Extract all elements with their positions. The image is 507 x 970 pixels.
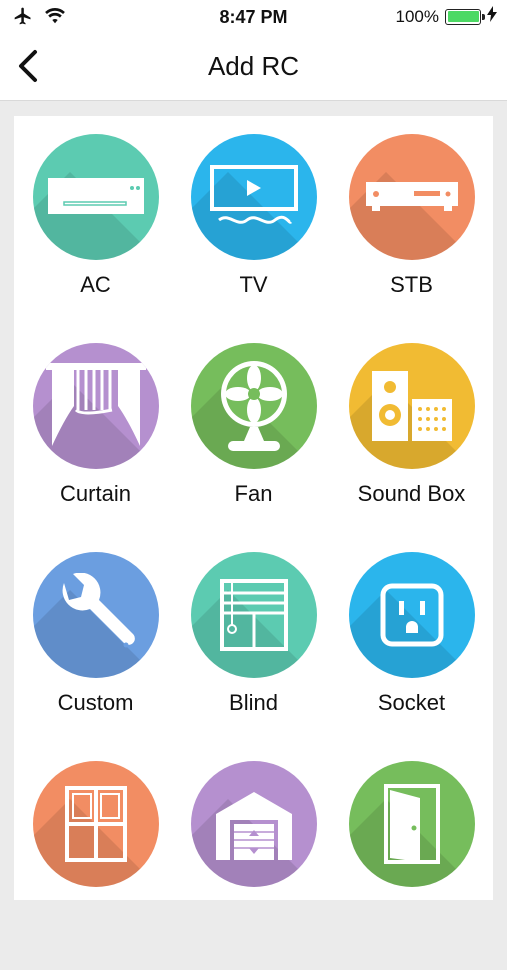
device-icon-circle [32,761,159,887]
device-panel: AC TV STB Curtain Fan Sound Box Custom B… [14,116,493,900]
device-tile-custom[interactable]: Custom [17,552,175,761]
device-label: Socket [377,690,446,715]
device-tile-garage[interactable] [175,761,333,970]
device-icon-circle [190,343,317,469]
device-label: Blind [229,690,278,715]
set-top-box-icon [365,182,458,211]
page-title: Add RC [207,51,300,81]
window-icon [64,786,127,862]
air-conditioner-icon [47,178,144,214]
device-label: STB [390,272,433,297]
device-tile-window[interactable] [17,761,175,970]
navigation-bar: Add RC [0,34,507,101]
battery-fill [447,11,479,22]
device-icon-circle [32,343,159,469]
fan-icon [220,361,287,451]
device-label: TV [239,272,268,297]
device-icon-circle [348,134,475,260]
device-icon-circle [32,552,159,678]
device-tile-fan[interactable]: Fan [175,343,333,552]
status-right: 100% [396,6,497,27]
curtain-icon [45,363,146,446]
device-icon-circle [190,134,317,260]
device-tile-blind[interactable]: Blind [175,552,333,761]
device-tile-ac[interactable]: AC [17,134,175,343]
garage-door-icon [215,792,292,860]
battery-percent: 100% [395,6,439,26]
charging-icon [487,6,497,27]
device-tile-door[interactable] [333,761,491,970]
device-icon-circle [348,343,475,469]
device-tile-socket[interactable]: Socket [333,552,491,761]
device-label: Curtain [60,481,131,506]
blind-icon [219,579,288,651]
device-tile-sound-box[interactable]: Sound Box [333,343,491,552]
device-label: AC [80,272,111,297]
device-label: Sound Box [357,481,466,506]
device-tile-tv[interactable]: TV [175,134,333,343]
device-label: Custom [57,690,134,715]
status-bar: 8:47 PM 100% [0,0,507,34]
door-icon [383,784,440,864]
device-icon-circle [32,134,159,260]
device-tile-stb[interactable]: STB [333,134,491,343]
tv-icon [209,165,298,224]
battery-icon [445,8,485,25]
device-icon-circle [348,552,475,678]
device-grid: AC TV STB Curtain Fan Sound Box Custom B… [14,134,493,970]
device-label: Fan [234,481,273,506]
device-icon-circle [190,552,317,678]
speaker-icon [371,371,452,441]
device-tile-curtain[interactable]: Curtain [17,343,175,552]
socket-icon [380,583,443,647]
device-icon-circle [348,761,475,887]
device-icon-circle [190,761,317,887]
wrench-icon [62,573,135,648]
